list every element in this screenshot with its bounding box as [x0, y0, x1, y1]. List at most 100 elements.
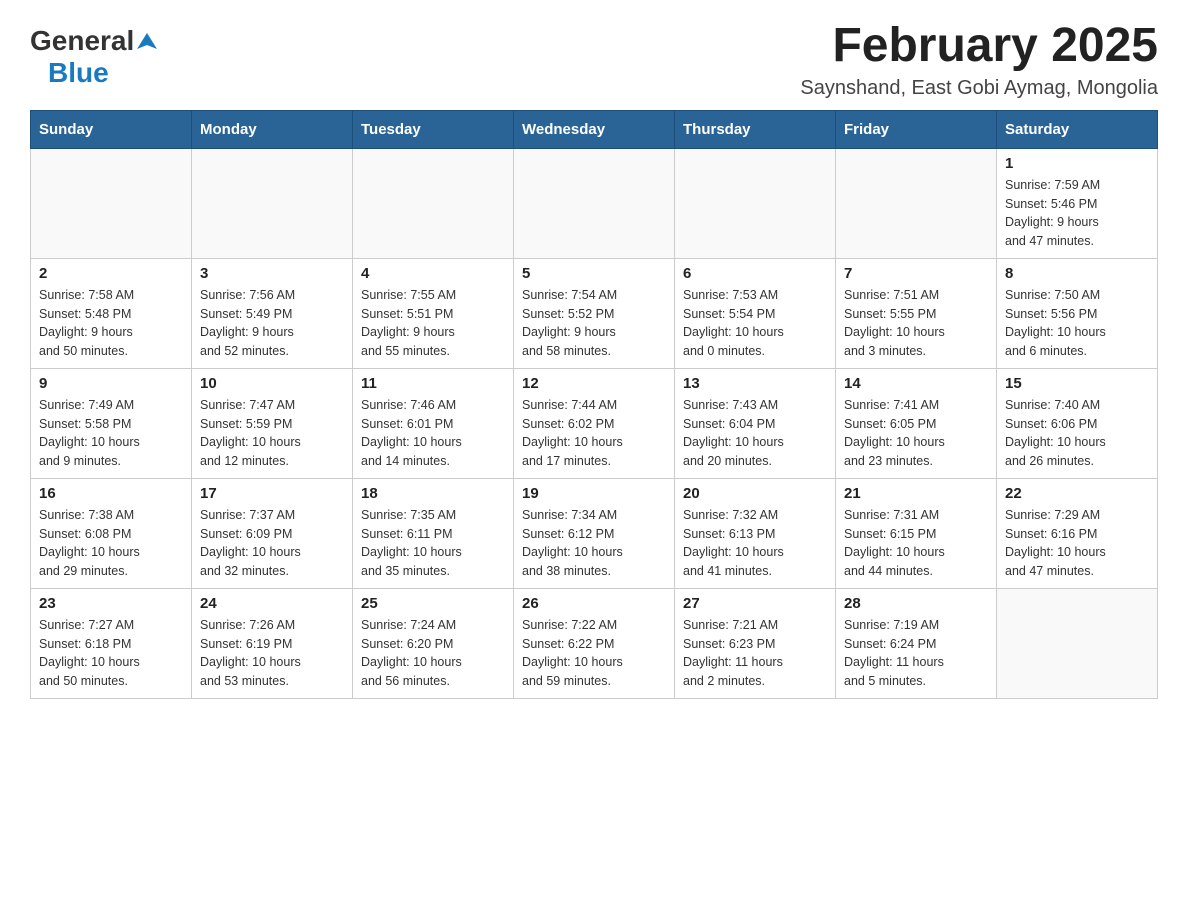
- calendar-week-row-4: 16 Sunrise: 7:38 AMSunset: 6:08 PMDayligh…: [31, 478, 1158, 588]
- day-info: Sunrise: 7:56 AMSunset: 5:49 PMDaylight:…: [200, 286, 344, 361]
- calendar-day-cell: 9 Sunrise: 7:49 AMSunset: 5:58 PMDaylight…: [31, 368, 192, 478]
- calendar-day-cell: 5 Sunrise: 7:54 AMSunset: 5:52 PMDaylight…: [514, 258, 675, 368]
- day-number: 2: [39, 265, 183, 282]
- day-info: Sunrise: 7:38 AMSunset: 6:08 PMDaylight:…: [39, 506, 183, 581]
- logo-blue-text: Blue: [48, 57, 109, 88]
- day-number: 24: [200, 595, 344, 612]
- calendar-week-row-2: 2 Sunrise: 7:58 AMSunset: 5:48 PMDaylight…: [31, 258, 1158, 368]
- day-number: 21: [844, 485, 988, 502]
- calendar-day-cell: [997, 588, 1158, 698]
- logo: General Blue: [30, 20, 157, 89]
- day-number: 28: [844, 595, 988, 612]
- day-number: 7: [844, 265, 988, 282]
- day-info: Sunrise: 7:58 AMSunset: 5:48 PMDaylight:…: [39, 286, 183, 361]
- calendar-day-cell: 1 Sunrise: 7:59 AMSunset: 5:46 PMDaylight…: [997, 148, 1158, 258]
- weekday-header-row: SundayMondayTuesdayWednesdayThursdayFrid…: [31, 110, 1158, 148]
- day-number: 3: [200, 265, 344, 282]
- calendar-day-cell: [192, 148, 353, 258]
- day-number: 12: [522, 375, 666, 392]
- day-info: Sunrise: 7:34 AMSunset: 6:12 PMDaylight:…: [522, 506, 666, 581]
- day-number: 20: [683, 485, 827, 502]
- day-info: Sunrise: 7:47 AMSunset: 5:59 PMDaylight:…: [200, 396, 344, 471]
- day-info: Sunrise: 7:21 AMSunset: 6:23 PMDaylight:…: [683, 616, 827, 691]
- day-info: Sunrise: 7:54 AMSunset: 5:52 PMDaylight:…: [522, 286, 666, 361]
- weekday-header-friday: Friday: [836, 110, 997, 148]
- day-info: Sunrise: 7:55 AMSunset: 5:51 PMDaylight:…: [361, 286, 505, 361]
- day-info: Sunrise: 7:35 AMSunset: 6:11 PMDaylight:…: [361, 506, 505, 581]
- day-info: Sunrise: 7:40 AMSunset: 6:06 PMDaylight:…: [1005, 396, 1149, 471]
- calendar-day-cell: [514, 148, 675, 258]
- day-info: Sunrise: 7:37 AMSunset: 6:09 PMDaylight:…: [200, 506, 344, 581]
- calendar-day-cell: 14 Sunrise: 7:41 AMSunset: 6:05 PMDayligh…: [836, 368, 997, 478]
- day-number: 15: [1005, 375, 1149, 392]
- day-info: Sunrise: 7:32 AMSunset: 6:13 PMDaylight:…: [683, 506, 827, 581]
- day-info: Sunrise: 7:46 AMSunset: 6:01 PMDaylight:…: [361, 396, 505, 471]
- day-info: Sunrise: 7:44 AMSunset: 6:02 PMDaylight:…: [522, 396, 666, 471]
- weekday-header-wednesday: Wednesday: [514, 110, 675, 148]
- calendar-day-cell: [675, 148, 836, 258]
- calendar-day-cell: 18 Sunrise: 7:35 AMSunset: 6:11 PMDayligh…: [353, 478, 514, 588]
- calendar-day-cell: [31, 148, 192, 258]
- day-info: Sunrise: 7:50 AMSunset: 5:56 PMDaylight:…: [1005, 286, 1149, 361]
- day-number: 4: [361, 265, 505, 282]
- day-info: Sunrise: 7:53 AMSunset: 5:54 PMDaylight:…: [683, 286, 827, 361]
- calendar-day-cell: 25Sunrise: 7:24 AMSunset: 6:20 PMDayligh…: [353, 588, 514, 698]
- day-number: 14: [844, 375, 988, 392]
- day-number: 1: [1005, 155, 1149, 172]
- calendar-day-cell: 3 Sunrise: 7:56 AMSunset: 5:49 PMDaylight…: [192, 258, 353, 368]
- calendar-day-cell: 2 Sunrise: 7:58 AMSunset: 5:48 PMDaylight…: [31, 258, 192, 368]
- calendar-table: SundayMondayTuesdayWednesdayThursdayFrid…: [30, 110, 1158, 699]
- day-number: 26: [522, 595, 666, 612]
- calendar-day-cell: 17 Sunrise: 7:37 AMSunset: 6:09 PMDayligh…: [192, 478, 353, 588]
- day-number: 22: [1005, 485, 1149, 502]
- calendar-day-cell: 10 Sunrise: 7:47 AMSunset: 5:59 PMDayligh…: [192, 368, 353, 478]
- day-info: Sunrise: 7:22 AMSunset: 6:22 PMDaylight:…: [522, 616, 666, 691]
- day-number: 11: [361, 375, 505, 392]
- calendar-day-cell: 22Sunrise: 7:29 AMSunset: 6:16 PMDayligh…: [997, 478, 1158, 588]
- day-number: 8: [1005, 265, 1149, 282]
- calendar-day-cell: 26 Sunrise: 7:22 AMSunset: 6:22 PMDayligh…: [514, 588, 675, 698]
- day-info: Sunrise: 7:41 AMSunset: 6:05 PMDaylight:…: [844, 396, 988, 471]
- calendar-day-cell: 28Sunrise: 7:19 AMSunset: 6:24 PMDayligh…: [836, 588, 997, 698]
- day-info: Sunrise: 7:51 AMSunset: 5:55 PMDaylight:…: [844, 286, 988, 361]
- day-info: Sunrise: 7:31 AMSunset: 6:15 PMDaylight:…: [844, 506, 988, 581]
- calendar-day-cell: 13Sunrise: 7:43 AMSunset: 6:04 PMDayligh…: [675, 368, 836, 478]
- calendar-day-cell: 11 Sunrise: 7:46 AMSunset: 6:01 PMDayligh…: [353, 368, 514, 478]
- day-number: 6: [683, 265, 827, 282]
- weekday-header-thursday: Thursday: [675, 110, 836, 148]
- logo-general-text: General: [30, 25, 134, 57]
- calendar-day-cell: 27Sunrise: 7:21 AMSunset: 6:23 PMDayligh…: [675, 588, 836, 698]
- title-block: February 2025 Saynshand, East Gobi Aymag…: [800, 20, 1158, 100]
- calendar-week-row-5: 23Sunrise: 7:27 AMSunset: 6:18 PMDayligh…: [31, 588, 1158, 698]
- day-number: 17: [200, 485, 344, 502]
- calendar-day-cell: 6 Sunrise: 7:53 AMSunset: 5:54 PMDaylight…: [675, 258, 836, 368]
- calendar-day-cell: 24 Sunrise: 7:26 AMSunset: 6:19 PMDayligh…: [192, 588, 353, 698]
- calendar-day-cell: 15 Sunrise: 7:40 AMSunset: 6:06 PMDayligh…: [997, 368, 1158, 478]
- day-info: Sunrise: 7:27 AMSunset: 6:18 PMDaylight:…: [39, 616, 183, 691]
- weekday-header-saturday: Saturday: [997, 110, 1158, 148]
- weekday-header-sunday: Sunday: [31, 110, 192, 148]
- day-number: 18: [361, 485, 505, 502]
- day-number: 9: [39, 375, 183, 392]
- weekday-header-monday: Monday: [192, 110, 353, 148]
- day-number: 10: [200, 375, 344, 392]
- day-number: 16: [39, 485, 183, 502]
- day-info: Sunrise: 7:26 AMSunset: 6:19 PMDaylight:…: [200, 616, 344, 691]
- calendar-day-cell: 4 Sunrise: 7:55 AMSunset: 5:51 PMDaylight…: [353, 258, 514, 368]
- logo-icon: [137, 31, 157, 56]
- calendar-day-cell: 20 Sunrise: 7:32 AMSunset: 6:13 PMDayligh…: [675, 478, 836, 588]
- calendar-day-cell: 12 Sunrise: 7:44 AMSunset: 6:02 PMDayligh…: [514, 368, 675, 478]
- page-header: General Blue February 2025 Saynshand, Ea…: [30, 20, 1158, 100]
- calendar-day-cell: 7 Sunrise: 7:51 AMSunset: 5:55 PMDaylight…: [836, 258, 997, 368]
- month-year-title: February 2025: [800, 20, 1158, 73]
- day-number: 25: [361, 595, 505, 612]
- calendar-day-cell: [353, 148, 514, 258]
- weekday-header-tuesday: Tuesday: [353, 110, 514, 148]
- calendar-day-cell: 21 Sunrise: 7:31 AMSunset: 6:15 PMDayligh…: [836, 478, 997, 588]
- calendar-day-cell: 19Sunrise: 7:34 AMSunset: 6:12 PMDayligh…: [514, 478, 675, 588]
- calendar-day-cell: 23Sunrise: 7:27 AMSunset: 6:18 PMDayligh…: [31, 588, 192, 698]
- day-info: Sunrise: 7:49 AMSunset: 5:58 PMDaylight:…: [39, 396, 183, 471]
- calendar-day-cell: 8 Sunrise: 7:50 AMSunset: 5:56 PMDaylight…: [997, 258, 1158, 368]
- day-info: Sunrise: 7:59 AMSunset: 5:46 PMDaylight:…: [1005, 176, 1149, 251]
- day-number: 5: [522, 265, 666, 282]
